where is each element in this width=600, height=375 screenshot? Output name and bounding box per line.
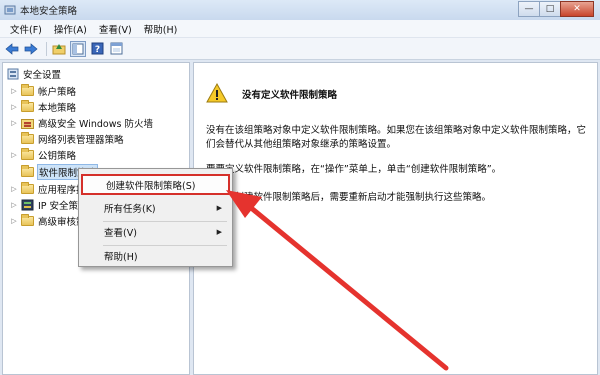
folder-icon bbox=[21, 148, 34, 161]
forward-arrow-icon[interactable] bbox=[23, 41, 39, 57]
content-paragraph-2: 要要定义软件限制策略，在“操作”菜单上，单击“创建软件限制策略”。 bbox=[206, 164, 502, 175]
back-arrow-icon[interactable] bbox=[4, 41, 20, 57]
tree-item-advanced-audit[interactable]: ▷ 高级审核策 bbox=[9, 213, 86, 229]
menu-bar: 文件(F) 操作(A) 查看(V) 帮助(H) bbox=[0, 20, 600, 38]
toolbar: ? bbox=[0, 38, 600, 60]
content-paragraph-1: 没有在该组策略对象中定义软件限制策略。如果您在该组策略对象中定义软件限制策略，它… bbox=[206, 125, 587, 150]
tree-item-app-control[interactable]: ▷ 应用程序控 bbox=[9, 181, 86, 197]
tree-item-network-list[interactable]: 网络列表管理器策略 bbox=[9, 131, 124, 147]
expand-arrow-icon[interactable]: ▷ bbox=[9, 86, 19, 96]
expand-arrow-icon[interactable]: ▷ bbox=[9, 118, 19, 128]
folder-icon bbox=[21, 84, 34, 97]
folder-icon bbox=[21, 182, 34, 195]
maximize-button[interactable]: □ bbox=[539, 1, 561, 17]
window-controls: — □ ✕ bbox=[518, 1, 594, 17]
submenu-arrow-icon: ▶ bbox=[216, 203, 222, 212]
security-policy-app-icon bbox=[4, 4, 16, 16]
menu-view[interactable]: 查看(V) ▶ bbox=[81, 221, 230, 242]
content-paragraph-3: 在最初创建软件限制策略后，需要重新启动才能强制执行这些策略。 bbox=[206, 192, 492, 203]
content-heading: 没有定义软件限制策略 bbox=[242, 90, 338, 101]
menu-all-tasks[interactable]: 所有任务(K) ▶ bbox=[81, 197, 230, 218]
svg-text:?: ? bbox=[94, 45, 99, 55]
menu-file[interactable]: 文件(F) bbox=[4, 22, 48, 36]
tree-root[interactable]: 安全设置 bbox=[6, 66, 61, 82]
window-title: 本地安全策略 bbox=[20, 6, 78, 17]
tree-item-account-policy[interactable]: ▷ 帐户策略 bbox=[9, 83, 76, 99]
expand-arrow-icon[interactable]: ▷ bbox=[9, 150, 19, 160]
expand-arrow-icon[interactable]: ▷ bbox=[9, 216, 19, 226]
console-icon[interactable] bbox=[108, 41, 124, 57]
expand-arrow-icon[interactable]: ▷ bbox=[9, 102, 19, 112]
menu-help[interactable]: 帮助(H) bbox=[81, 245, 230, 266]
expand-arrow-icon[interactable]: ▷ bbox=[9, 200, 19, 210]
menu-view[interactable]: 查看(V) bbox=[93, 22, 138, 36]
folder-icon bbox=[21, 132, 34, 145]
submenu-arrow-icon: ▶ bbox=[216, 227, 222, 236]
tree-root-label: 安全设置 bbox=[23, 70, 62, 81]
minimize-button[interactable]: — bbox=[518, 1, 540, 17]
title-bar: 本地安全策略 — □ ✕ bbox=[0, 0, 600, 20]
close-button[interactable]: ✕ bbox=[560, 1, 594, 17]
menu-action[interactable]: 操作(A) bbox=[48, 22, 93, 36]
folder-icon bbox=[21, 100, 34, 113]
tree-item-local-policy[interactable]: ▷ 本地策略 bbox=[9, 99, 76, 115]
content-pane: 没有定义软件限制策略 没有在该组策略对象中定义软件限制策略。如果您在该组策略对象… bbox=[193, 62, 598, 375]
ip-security-icon bbox=[21, 199, 34, 211]
tree-item-public-key[interactable]: ▷ 公钥策略 bbox=[9, 147, 76, 163]
tree-item-firewall[interactable]: ▷ 高级安全 Windows 防火墙 bbox=[9, 115, 153, 131]
show-tree-icon[interactable] bbox=[70, 40, 86, 57]
folder-icon bbox=[21, 214, 34, 227]
menu-create-software-restriction-policy[interactable]: 创建软件限制策略(S) bbox=[81, 174, 230, 195]
folder-icon bbox=[21, 165, 34, 178]
warning-icon bbox=[206, 82, 228, 104]
expand-arrow-icon[interactable]: ▷ bbox=[9, 184, 19, 194]
help-icon[interactable]: ? bbox=[89, 41, 105, 57]
up-folder-icon[interactable] bbox=[51, 41, 67, 57]
toolbar-separator bbox=[46, 41, 47, 56]
firewall-folder-icon bbox=[21, 117, 34, 129]
tree-item-ip-security[interactable]: ▷ IP 安全策略 bbox=[9, 197, 88, 213]
security-settings-icon bbox=[6, 68, 19, 80]
context-menu: 创建软件限制策略(S) 所有任务(K) ▶ 查看(V) ▶ 帮助(H) bbox=[78, 168, 233, 267]
menu-help[interactable]: 帮助(H) bbox=[138, 22, 184, 36]
